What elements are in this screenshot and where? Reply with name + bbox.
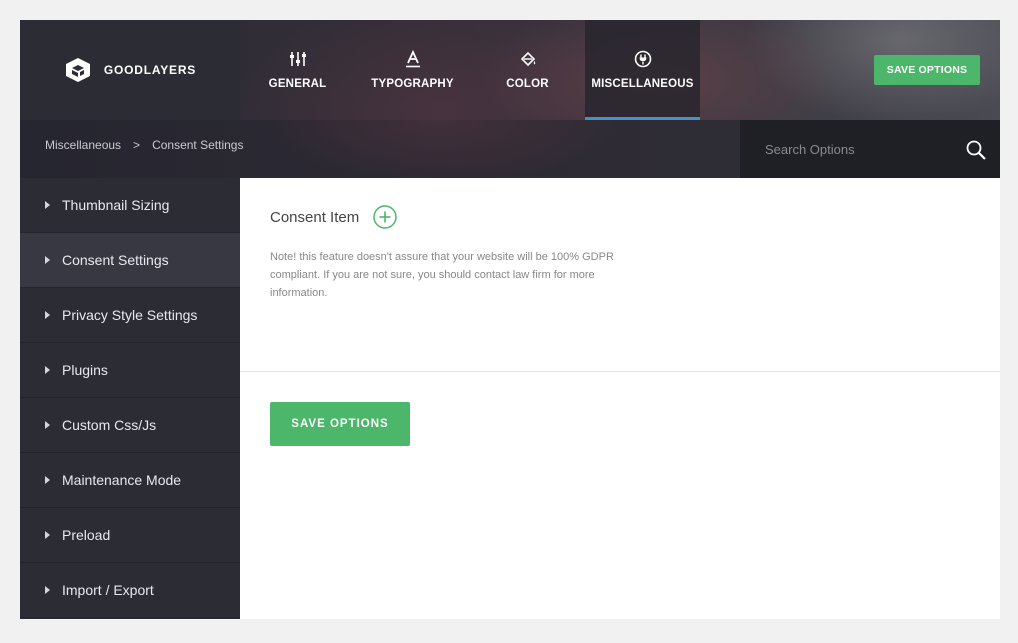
caret-right-icon bbox=[45, 476, 50, 484]
sidebar-item-thumbnail-sizing[interactable]: Thumbnail Sizing bbox=[20, 178, 240, 233]
options-panel: GOODLAYERS GENERAL TYPOGRAPHY COLOR MISC… bbox=[20, 20, 1000, 619]
save-options-button[interactable]: SAVE OPTIONS bbox=[270, 402, 410, 446]
sidebar-item-label: Custom Css/Js bbox=[62, 417, 157, 433]
sidebar-item-plugins[interactable]: Plugins bbox=[20, 343, 240, 398]
sidebar-item-privacy-style-settings[interactable]: Privacy Style Settings bbox=[20, 288, 240, 343]
caret-right-icon bbox=[45, 256, 50, 264]
search-box bbox=[740, 120, 1000, 178]
sidebar-item-label: Preload bbox=[62, 527, 111, 543]
caret-right-icon bbox=[45, 201, 50, 209]
add-circle-icon[interactable] bbox=[373, 205, 397, 229]
sidebar-item-label: Plugins bbox=[62, 362, 108, 378]
plug-icon bbox=[634, 50, 651, 68]
caret-right-icon bbox=[45, 586, 50, 594]
sub-header: Miscellaneous > Consent Settings bbox=[20, 120, 1000, 178]
sidebar-item-preload[interactable]: Preload bbox=[20, 508, 240, 563]
top-header: GOODLAYERS GENERAL TYPOGRAPHY COLOR MISC… bbox=[20, 20, 1000, 120]
consent-item-header: Consent Item bbox=[270, 205, 397, 229]
caret-right-icon bbox=[45, 421, 50, 429]
sidebar-item-label: Maintenance Mode bbox=[62, 472, 182, 488]
breadcrumb-separator: > bbox=[133, 138, 141, 152]
main-tabs: GENERAL TYPOGRAPHY COLOR MISCELLANEOUS bbox=[240, 20, 700, 120]
caret-right-icon bbox=[45, 311, 50, 319]
main-content: Consent Item Note! this feature doesn't … bbox=[240, 178, 1000, 619]
tab-color[interactable]: COLOR bbox=[470, 20, 585, 120]
search-input[interactable] bbox=[740, 120, 960, 178]
sidebar: Thumbnail Sizing Consent Settings Privac… bbox=[20, 178, 240, 619]
tab-miscellaneous[interactable]: MISCELLANEOUS bbox=[585, 20, 700, 120]
sidebar-item-custom-css-js[interactable]: Custom Css/Js bbox=[20, 398, 240, 453]
sidebar-item-consent-settings[interactable]: Consent Settings bbox=[20, 233, 240, 288]
section-title: Consent Item bbox=[270, 208, 360, 226]
sliders-icon bbox=[289, 52, 306, 66]
sidebar-item-label: Import / Export bbox=[62, 582, 154, 598]
tab-general[interactable]: GENERAL bbox=[240, 20, 355, 120]
tab-label: COLOR bbox=[506, 78, 549, 90]
goodlayers-logo-icon bbox=[65, 58, 90, 82]
caret-right-icon bbox=[45, 366, 50, 374]
save-options-button-header[interactable]: SAVE OPTIONS bbox=[874, 55, 980, 85]
brand-logo: GOODLAYERS bbox=[20, 20, 240, 120]
sidebar-item-maintenance-mode[interactable]: Maintenance Mode bbox=[20, 453, 240, 508]
sidebar-item-label: Consent Settings bbox=[62, 252, 169, 268]
font-icon bbox=[405, 50, 420, 68]
brand-name: GOODLAYERS bbox=[103, 63, 197, 77]
tab-label: TYPOGRAPHY bbox=[371, 78, 454, 90]
paint-bucket-icon bbox=[520, 51, 535, 67]
sidebar-item-import-export[interactable]: Import / Export bbox=[20, 563, 240, 618]
tab-label: GENERAL bbox=[268, 78, 327, 90]
tab-label: MISCELLANEOUS bbox=[591, 78, 694, 90]
sidebar-item-label: Thumbnail Sizing bbox=[62, 197, 170, 213]
tab-typography[interactable]: TYPOGRAPHY bbox=[355, 20, 470, 120]
breadcrumb-current: Consent Settings bbox=[152, 138, 244, 152]
sidebar-item-label: Privacy Style Settings bbox=[62, 307, 198, 323]
divider bbox=[240, 371, 1000, 372]
search-icon[interactable] bbox=[965, 139, 987, 161]
caret-right-icon bbox=[45, 531, 50, 539]
gdpr-note: Note! this feature doesn't assure that y… bbox=[270, 251, 614, 299]
breadcrumb-parent[interactable]: Miscellaneous bbox=[45, 138, 121, 152]
breadcrumb: Miscellaneous > Consent Settings bbox=[45, 120, 243, 170]
